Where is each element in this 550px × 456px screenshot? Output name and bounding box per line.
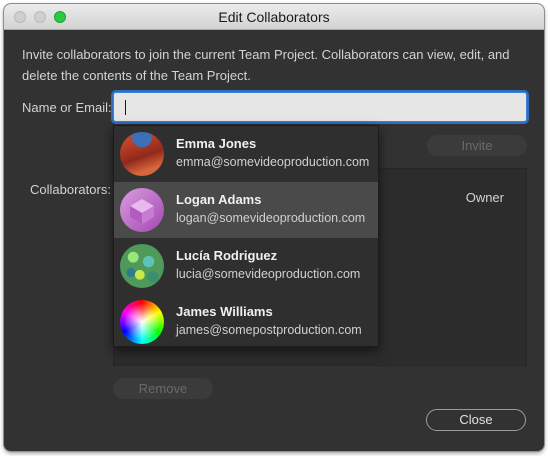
owner-role-label: Owner	[465, 190, 504, 205]
color-wheel-avatar-icon	[120, 300, 164, 344]
text-caret	[125, 100, 126, 115]
suggestion-email: james@somepostproduction.com	[176, 323, 362, 337]
suggestion-name: Emma Jones	[176, 136, 257, 151]
invite-button[interactable]: Invite	[427, 135, 527, 156]
name-or-email-label: Name or Email:	[22, 100, 112, 115]
suggestion-email: emma@somevideoproduction.com	[176, 155, 370, 169]
name-or-email-input[interactable]	[113, 92, 527, 122]
suggestion-name: Lucía Rodriguez	[176, 248, 278, 263]
suggestion-email: logan@somevideoproduction.com	[176, 211, 366, 225]
suggestion-name: Logan Adams	[176, 192, 262, 207]
edit-collaborators-dialog: Edit Collaborators Invite collaborators …	[4, 4, 544, 451]
remove-button[interactable]: Remove	[113, 378, 213, 399]
close-button[interactable]: Close	[426, 409, 526, 431]
suggestion-item-lucia-rodriguez[interactable]: Lucía Rodriguez lucia@somevideoproductio…	[114, 238, 378, 294]
green-mosaic-avatar-icon	[120, 244, 164, 288]
purple-shape-avatar-icon	[120, 188, 164, 232]
collaborators-label: Collaborators:	[30, 182, 111, 197]
suggestion-item-james-williams[interactable]: James Williams james@somepostproduction.…	[114, 294, 378, 350]
suggestion-name: James Williams	[176, 304, 273, 319]
title-bar: Edit Collaborators	[4, 4, 544, 30]
suggestion-email: lucia@somevideoproduction.com	[176, 267, 361, 281]
red-rock-avatar-icon	[120, 132, 164, 176]
suggestion-dropdown: Emma Jones emma@somevideoproduction.com …	[113, 125, 379, 347]
suggestion-item-emma-jones[interactable]: Emma Jones emma@somevideoproduction.com	[114, 126, 378, 182]
window-title: Edit Collaborators	[218, 9, 330, 25]
suggestion-item-logan-adams[interactable]: Logan Adams logan@somevideoproduction.co…	[114, 182, 378, 238]
description-text: Invite collaborators to join the current…	[22, 47, 510, 83]
